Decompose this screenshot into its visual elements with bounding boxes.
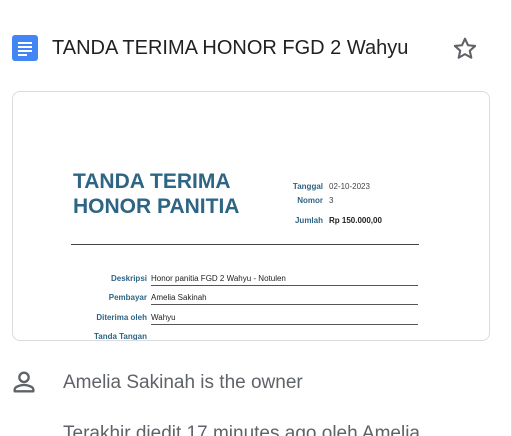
preview-tanggal-label: Tanggal xyxy=(292,182,323,191)
preview-heading-line2: HONOR PANITIA xyxy=(73,195,240,218)
preview-heading: TANDA TERIMA HONOR PANITIA xyxy=(73,169,239,219)
preview-deskripsi-label: Deskripsi xyxy=(110,274,147,283)
preview-jumlah-value: Rp 150.000,00 xyxy=(329,216,382,225)
document-preview-thumbnail[interactable]: TANDA TERIMA HONOR PANITIA Tanggal 02-10… xyxy=(12,91,490,341)
google-docs-icon xyxy=(12,35,38,61)
preview-diterima-label: Diterima oleh xyxy=(96,313,147,322)
file-details-panel: TANDA TERIMA HONOR FGD 2 Wahyu TANDA TER… xyxy=(0,0,512,436)
star-outline-icon[interactable] xyxy=(451,35,479,63)
file-title: TANDA TERIMA HONOR FGD 2 Wahyu xyxy=(52,37,409,59)
preview-heading-line1: TANDA TERIMA xyxy=(73,170,231,193)
last-edited-info: Terakhir diedit 17 minutes ago oleh Amel… xyxy=(63,423,420,436)
file-header: TANDA TERIMA HONOR FGD 2 Wahyu xyxy=(0,0,511,92)
preview-jumlah-label: Jumlah xyxy=(294,216,323,225)
person-icon xyxy=(13,371,35,393)
preview-deskripsi-value: Honor panitia FGD 2 Wahyu - Notulen xyxy=(151,274,418,286)
owner-info: Amelia Sakinah is the owner xyxy=(63,372,303,393)
preview-diterima-value: Wahyu xyxy=(151,313,418,325)
preview-pembayar-label: Pembayar xyxy=(108,293,147,302)
preview-tanda-tangan-label: Tanda Tangan xyxy=(93,332,147,341)
preview-nomor-value: 3 xyxy=(329,196,334,205)
preview-pembayar-value: Amelia Sakinah xyxy=(151,293,418,305)
preview-nomor-label: Nomor xyxy=(297,196,323,205)
preview-tanggal-value: 02-10-2023 xyxy=(329,182,370,191)
preview-divider xyxy=(71,244,419,245)
